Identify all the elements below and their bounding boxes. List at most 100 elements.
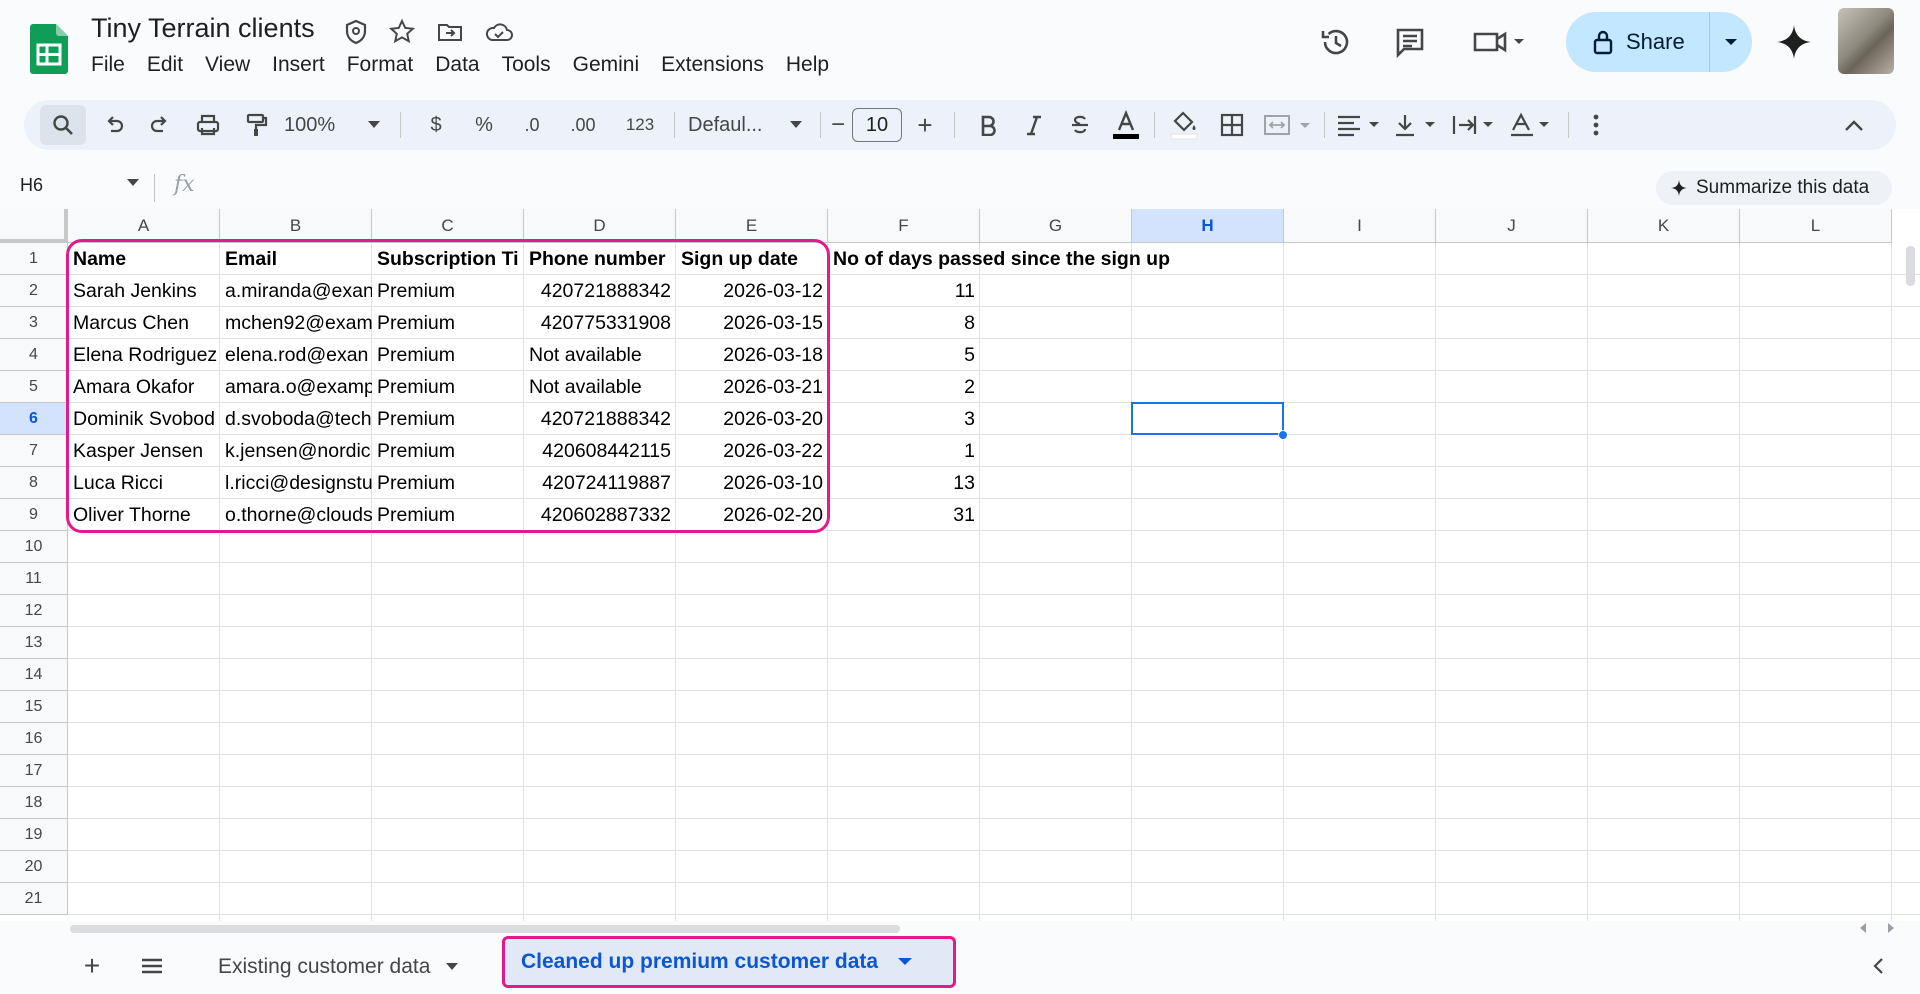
column-header-i[interactable]: I: [1284, 209, 1436, 243]
row-header-16[interactable]: 16: [0, 723, 68, 755]
row-header-17[interactable]: 17: [0, 755, 68, 787]
column-header-k[interactable]: K: [1588, 209, 1740, 243]
menu-file[interactable]: File: [91, 51, 136, 79]
scroll-right-arrow-icon[interactable]: [1886, 922, 1896, 934]
add-sheet-button[interactable]: +: [74, 948, 110, 984]
table-cell[interactable]: 5: [828, 339, 980, 371]
collapse-side-panel-icon[interactable]: [1860, 948, 1896, 984]
table-cell[interactable]: 2: [828, 371, 980, 403]
column-header-d[interactable]: D: [524, 209, 676, 243]
row-header-7[interactable]: 7: [0, 435, 68, 467]
italic-icon[interactable]: [1014, 100, 1054, 150]
paint-format-icon[interactable]: [236, 100, 276, 150]
cloud-status-icon[interactable]: [484, 18, 513, 46]
column-header-c[interactable]: C: [372, 209, 524, 243]
avatar[interactable]: [1838, 8, 1894, 74]
increase-font-size-button[interactable]: +: [910, 100, 940, 150]
header-cell[interactable]: No of days passed since the sign up: [828, 243, 1170, 275]
column-header-j[interactable]: J: [1436, 209, 1588, 243]
decrease-decimal-button[interactable]: .0: [510, 100, 554, 150]
table-cell[interactable]: 11: [828, 275, 980, 307]
column-header-l[interactable]: L: [1740, 209, 1892, 243]
merge-cells-icon[interactable]: [1258, 100, 1318, 150]
menu-extensions[interactable]: Extensions: [650, 51, 775, 79]
comments-icon[interactable]: [1390, 22, 1430, 62]
row-header-10[interactable]: 10: [0, 531, 68, 563]
vertical-scrollbar[interactable]: [1906, 246, 1915, 286]
row-header-8[interactable]: 8: [0, 467, 68, 499]
chevron-down-icon[interactable]: [364, 100, 384, 150]
name-box[interactable]: H6: [20, 175, 43, 196]
strikethrough-icon[interactable]: [1060, 100, 1100, 150]
chevron-down-icon[interactable]: [786, 100, 806, 150]
percent-format-button[interactable]: %: [464, 100, 504, 150]
row-header-9[interactable]: 9: [0, 499, 68, 531]
undo-icon[interactable]: [94, 100, 134, 150]
tab-existing-customer-data[interactable]: Existing customer data: [200, 948, 476, 986]
row-header-1[interactable]: 1: [0, 243, 68, 275]
column-header-g[interactable]: G: [980, 209, 1132, 243]
menu-help[interactable]: Help: [775, 51, 840, 79]
collapse-toolbar-icon[interactable]: [1834, 100, 1874, 150]
menu-gemini[interactable]: Gemini: [562, 51, 651, 79]
row-header-20[interactable]: 20: [0, 851, 68, 883]
security-shield-icon[interactable]: [342, 18, 370, 46]
row-header-2[interactable]: 2: [0, 275, 68, 307]
column-header-h[interactable]: H: [1132, 209, 1284, 243]
column-header-f[interactable]: F: [828, 209, 980, 243]
meet-video-icon[interactable]: [1470, 22, 1530, 62]
row-header-5[interactable]: 5: [0, 371, 68, 403]
gemini-sparkle-icon[interactable]: [1774, 22, 1814, 62]
row-header-11[interactable]: 11: [0, 563, 68, 595]
sheets-logo-icon[interactable]: [30, 24, 68, 74]
horizontal-align-icon[interactable]: [1332, 100, 1388, 150]
font-select[interactable]: Defaul...: [688, 100, 798, 150]
menu-data[interactable]: Data: [424, 51, 490, 79]
row-header-21[interactable]: 21: [0, 883, 68, 915]
share-main[interactable]: Share: [1566, 12, 1710, 72]
font-size-input[interactable]: 10: [852, 108, 902, 142]
document-title[interactable]: Tiny Terrain clients: [91, 13, 315, 44]
menu-edit[interactable]: Edit: [136, 51, 194, 79]
currency-format-button[interactable]: $: [416, 100, 456, 150]
horizontal-scrollbar[interactable]: [70, 925, 900, 933]
row-header-6[interactable]: 6: [0, 403, 68, 435]
increase-decimal-button[interactable]: .00: [558, 100, 608, 150]
zoom-select[interactable]: 100%: [284, 100, 364, 150]
selected-cell[interactable]: [1131, 402, 1284, 435]
table-cell[interactable]: 3: [828, 403, 980, 435]
summarize-data-button[interactable]: Summarize this data: [1656, 171, 1892, 205]
table-cell[interactable]: 13: [828, 467, 980, 499]
row-header-13[interactable]: 13: [0, 627, 68, 659]
scroll-left-arrow-icon[interactable]: [1858, 922, 1868, 934]
row-header-4[interactable]: 4: [0, 339, 68, 371]
vertical-align-icon[interactable]: [1390, 100, 1446, 150]
redo-icon[interactable]: [140, 100, 180, 150]
column-header-e[interactable]: E: [676, 209, 828, 243]
star-icon[interactable]: [388, 18, 416, 46]
fill-handle[interactable]: [1278, 430, 1288, 440]
text-color-icon[interactable]: [1106, 100, 1146, 150]
table-cell[interactable]: 8: [828, 307, 980, 339]
select-all-corner[interactable]: [0, 209, 68, 243]
bold-icon[interactable]: [968, 100, 1008, 150]
row-header-19[interactable]: 19: [0, 819, 68, 851]
row-header-15[interactable]: 15: [0, 691, 68, 723]
menu-insert[interactable]: Insert: [261, 51, 336, 79]
print-icon[interactable]: [188, 100, 228, 150]
table-cell[interactable]: 1: [828, 435, 980, 467]
decrease-font-size-button[interactable]: −: [824, 100, 852, 150]
row-header-18[interactable]: 18: [0, 787, 68, 819]
formula-input[interactable]: [210, 172, 1630, 204]
row-header-14[interactable]: 14: [0, 659, 68, 691]
move-folder-icon[interactable]: [436, 18, 464, 46]
search-icon[interactable]: [40, 100, 86, 150]
tab-cleaned-up-premium-customer-data[interactable]: Cleaned up premium customer data: [502, 936, 956, 988]
menu-view[interactable]: View: [194, 51, 261, 79]
menu-tools[interactable]: Tools: [491, 51, 562, 79]
column-header-b[interactable]: B: [220, 209, 372, 243]
share-button[interactable]: Share: [1566, 12, 1752, 72]
text-wrapping-icon[interactable]: [1448, 100, 1504, 150]
chevron-down-icon[interactable]: [126, 178, 140, 188]
version-history-icon[interactable]: [1316, 22, 1356, 62]
